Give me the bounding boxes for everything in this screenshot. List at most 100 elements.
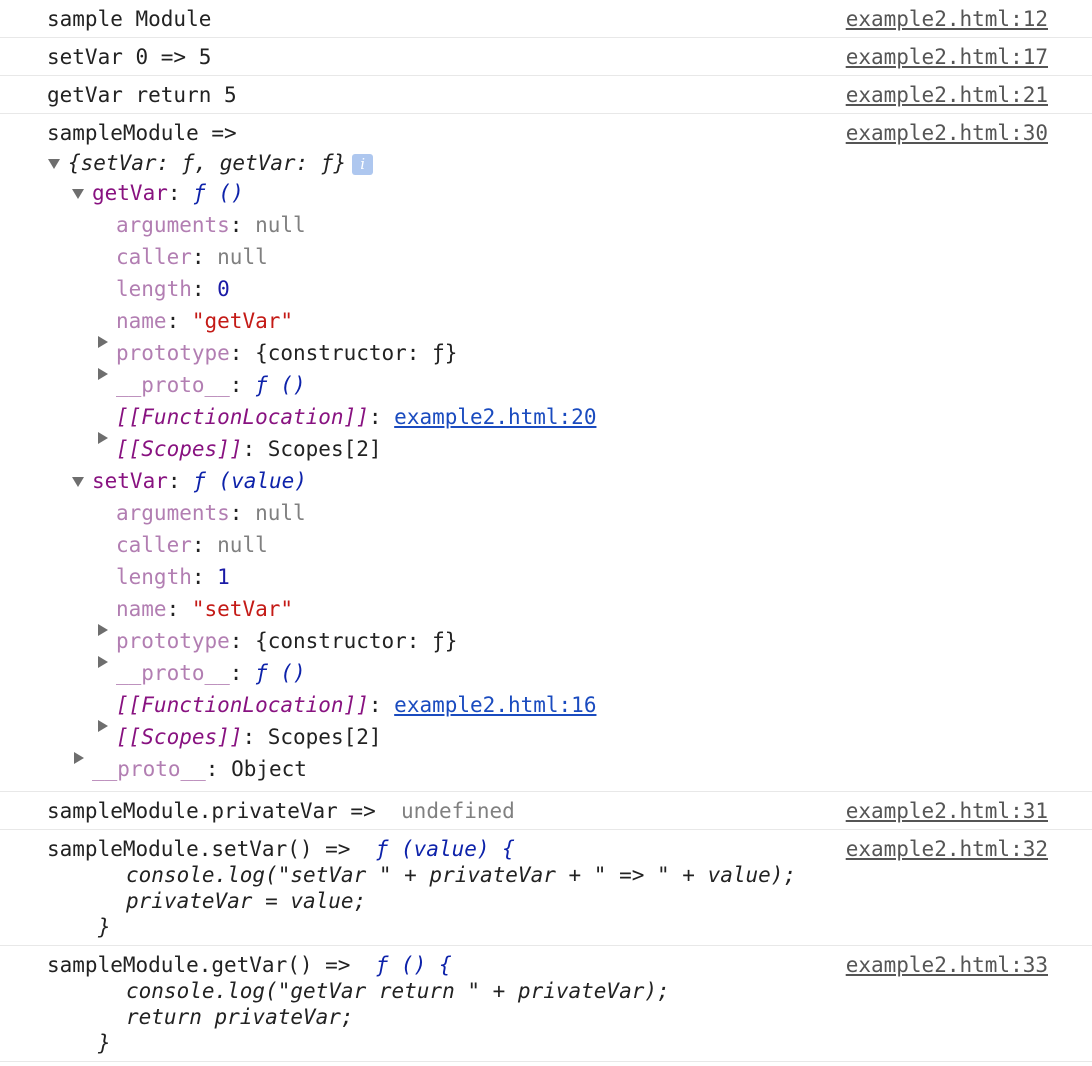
property-key: name [116, 597, 167, 621]
message-text: sample Module [47, 7, 212, 31]
expand-triangle-icon[interactable] [98, 368, 108, 380]
message-label: sampleModule.privateVar => [47, 799, 376, 823]
property-key: arguments [116, 501, 230, 525]
source-link[interactable]: example2.html:33 [846, 952, 1048, 978]
property-key: arguments [116, 213, 230, 237]
code-line: ƒ (value) { [375, 837, 515, 861]
message-text: sampleModule.privateVar => undefined [47, 798, 515, 824]
property-key: caller [116, 245, 192, 269]
message-text: getVar return 5 [47, 83, 237, 107]
property-value: null [217, 245, 268, 269]
source-link[interactable]: example2.html:30 [846, 120, 1048, 146]
expand-triangle-icon[interactable] [72, 189, 84, 199]
console-panel: sample Module example2.html:12 setVar 0 … [0, 0, 1092, 1062]
code-line: privateVar = value; [126, 889, 367, 913]
property-prototype[interactable]: prototype: {constructor: ƒ} [116, 340, 457, 366]
property-root-proto[interactable]: __proto__: Object [92, 756, 307, 782]
expand-triangle-icon[interactable] [48, 159, 60, 169]
property-value: Scopes[2] [267, 437, 382, 461]
property-key: caller [116, 533, 192, 557]
code-line: ƒ () { [375, 953, 452, 977]
property-name: name: "setVar" [116, 597, 294, 621]
console-message-code: sampleModule.getVar() => ƒ () { example2… [0, 946, 1092, 1062]
code-line: return privateVar; [126, 1005, 354, 1029]
console-message-code: sampleModule.setVar() => ƒ (value) { exa… [0, 830, 1092, 946]
property-value: 0 [217, 277, 230, 301]
object-summary-text: {setVar: ƒ, getVar: ƒ} [68, 151, 347, 175]
property-value: Scopes[2] [267, 725, 382, 749]
message-label: sampleModule.setVar() => [47, 837, 351, 861]
message-text: sampleModule.getVar() => ƒ () { [47, 952, 452, 978]
property-key: __proto__ [116, 661, 230, 685]
property-value: "getVar" [191, 309, 294, 333]
property-setvar[interactable]: setVar: ƒ (value) [92, 468, 307, 494]
expand-triangle-icon[interactable] [98, 432, 108, 444]
property-value: {constructor: ƒ} [255, 629, 458, 653]
code-line: } [98, 915, 111, 939]
expand-triangle-icon[interactable] [72, 477, 84, 487]
property-value: Object [231, 757, 307, 781]
console-message-object: sampleModule => example2.html:30 {setVar… [0, 114, 1092, 792]
property-key: length [116, 565, 192, 589]
expand-triangle-icon[interactable] [98, 624, 108, 636]
property-value: {constructor: ƒ} [255, 341, 458, 365]
property-value: null [217, 533, 268, 557]
property-value: null [255, 213, 306, 237]
function-location-link[interactable]: example2.html:20 [394, 405, 596, 429]
property-key: setVar [92, 469, 168, 493]
property-value: null [255, 501, 306, 525]
message-text: setVar 0 => 5 [47, 45, 212, 69]
property-arguments: arguments: null [116, 501, 306, 525]
source-link[interactable]: example2.html:17 [846, 44, 1048, 70]
property-key: length [116, 277, 192, 301]
message-text: sampleModule => [47, 121, 237, 145]
property-prototype[interactable]: prototype: {constructor: ƒ} [116, 628, 457, 654]
property-name: name: "getVar" [116, 309, 294, 333]
property-length: length: 1 [116, 565, 230, 589]
property-scopes[interactable]: [[Scopes]]: Scopes[2] [116, 724, 382, 750]
expand-triangle-icon[interactable] [98, 720, 108, 732]
function-location-link[interactable]: example2.html:16 [394, 693, 596, 717]
property-proto[interactable]: __proto__: ƒ () [116, 372, 306, 398]
source-link[interactable]: example2.html:32 [846, 836, 1048, 862]
property-key: __proto__ [92, 757, 206, 781]
property-caller: caller: null [116, 533, 268, 557]
function-signature: ƒ (value) [193, 469, 307, 493]
expand-triangle-icon[interactable] [98, 336, 108, 348]
property-key: name [116, 309, 167, 333]
console-message: sample Module example2.html:12 [0, 0, 1092, 38]
expand-triangle-icon[interactable] [74, 752, 84, 764]
function-signature: ƒ () [193, 181, 244, 205]
source-link[interactable]: example2.html:12 [846, 6, 1048, 32]
property-value: ƒ () [255, 661, 306, 685]
console-message: sampleModule.privateVar => undefined exa… [0, 792, 1092, 830]
property-scopes[interactable]: [[Scopes]]: Scopes[2] [116, 436, 382, 462]
object-summary[interactable]: {setVar: ƒ, getVar: ƒ} i [68, 150, 374, 176]
property-value: ƒ () [255, 373, 306, 397]
source-link[interactable]: example2.html:21 [846, 82, 1048, 108]
property-proto[interactable]: __proto__: ƒ () [116, 660, 306, 686]
property-value: 1 [217, 565, 230, 589]
property-key: [[Scopes]] [116, 437, 243, 461]
undefined-value: undefined [401, 799, 515, 823]
property-arguments: arguments: null [116, 213, 306, 237]
source-link[interactable]: example2.html:31 [846, 798, 1048, 824]
property-getvar[interactable]: getVar: ƒ () [92, 180, 244, 206]
message-label: sampleModule.getVar() => [47, 953, 351, 977]
info-icon[interactable]: i [352, 153, 374, 175]
property-function-location: [[FunctionLocation]]: example2.html:16 [116, 693, 597, 717]
code-line: console.log("getVar return " + privateVa… [126, 979, 670, 1003]
property-caller: caller: null [116, 245, 268, 269]
code-line: } [98, 1031, 111, 1055]
property-key: getVar [92, 181, 168, 205]
expand-triangle-icon[interactable] [98, 656, 108, 668]
property-key: __proto__ [116, 373, 230, 397]
property-key: prototype [116, 629, 230, 653]
property-function-location: [[FunctionLocation]]: example2.html:20 [116, 405, 597, 429]
property-key: prototype [116, 341, 230, 365]
code-line: console.log("setVar " + privateVar + " =… [126, 863, 797, 887]
message-text: sampleModule.setVar() => ƒ (value) { [47, 836, 515, 862]
console-message: setVar 0 => 5 example2.html:17 [0, 38, 1092, 76]
property-value: "setVar" [191, 597, 294, 621]
property-key: [[FunctionLocation]] [116, 693, 369, 717]
